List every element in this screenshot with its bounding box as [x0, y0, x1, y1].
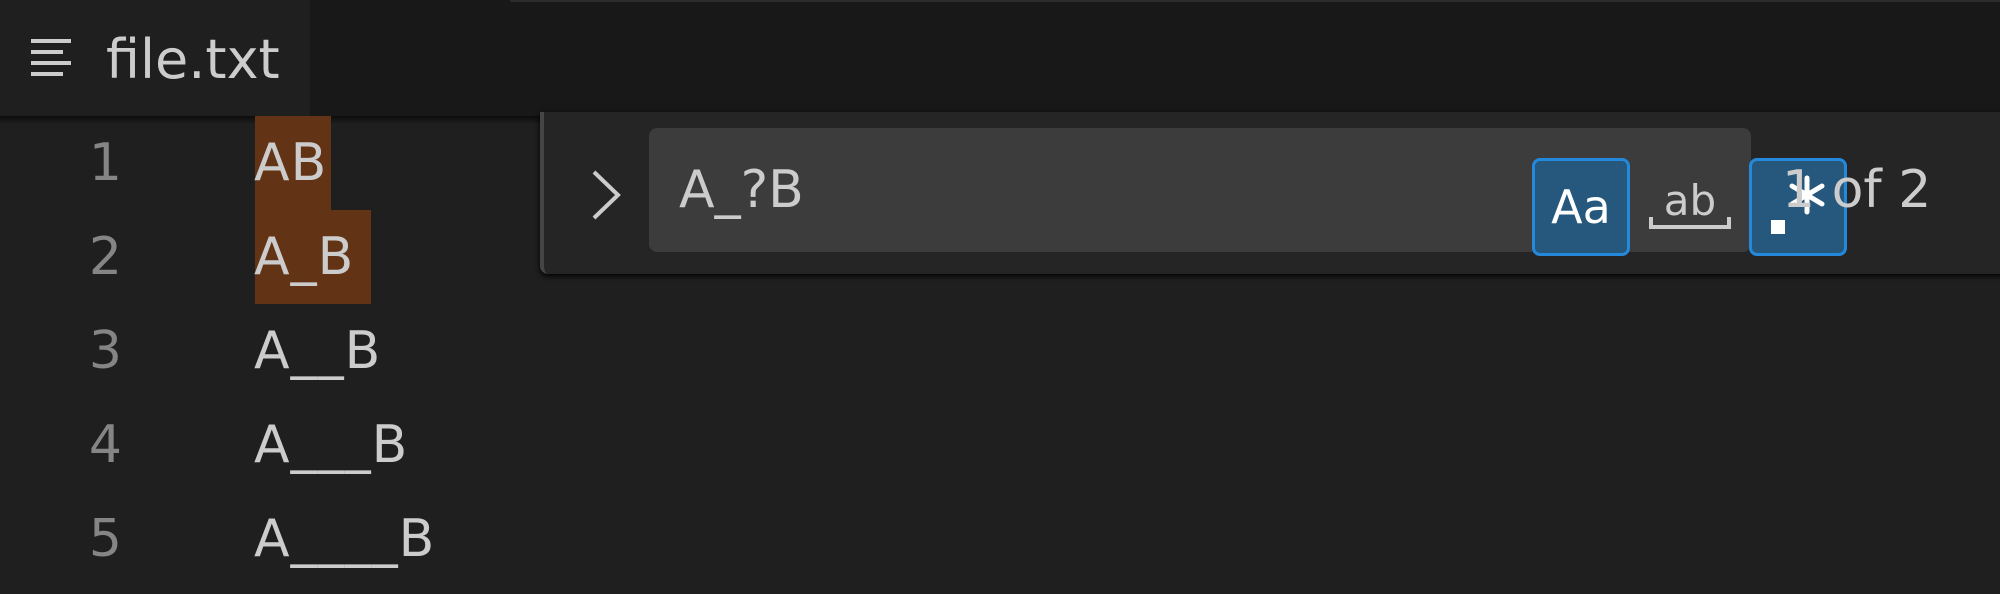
- line-text[interactable]: A____B: [254, 492, 435, 586]
- line-text[interactable]: A__B: [254, 304, 381, 398]
- editor-line[interactable]: 3 A__B: [0, 304, 2000, 398]
- line-number: 2: [88, 227, 122, 287]
- find-input-box: Aa ab: [649, 128, 1847, 256]
- match-count: 1 of 2: [1782, 160, 1932, 220]
- text-lines-icon: [31, 39, 71, 76]
- match-case-label: Aa: [1551, 180, 1611, 234]
- tab-file-label: file.txt: [106, 28, 280, 91]
- tab-bar-border: [510, 0, 2000, 2]
- match-case-toggle[interactable]: Aa: [1532, 158, 1630, 256]
- line-number: 1: [88, 133, 122, 193]
- editor-window: file.txt 1 AB 2 A_B 3 A__B 4 A___B 5 A__…: [0, 0, 2000, 594]
- whole-word-label: ab: [1664, 177, 1716, 225]
- chevron-right-icon[interactable]: [584, 168, 628, 222]
- line-number: 5: [88, 509, 122, 569]
- line-number: 4: [88, 415, 122, 475]
- find-input[interactable]: [679, 152, 1379, 228]
- tab-bar: file.txt: [0, 0, 2000, 116]
- tab-file[interactable]: file.txt: [0, 0, 310, 116]
- line-number: 3: [88, 321, 122, 381]
- whole-word-toggle[interactable]: ab: [1641, 158, 1739, 256]
- line-text[interactable]: AB: [254, 116, 327, 210]
- editor-line[interactable]: 5 A____B: [0, 492, 2000, 586]
- line-text[interactable]: A_B: [254, 210, 354, 304]
- whole-word-icon: ab: [1649, 177, 1731, 229]
- line-text[interactable]: A___B: [254, 398, 408, 492]
- find-widget: Aa ab 1 of 2: [540, 112, 2000, 274]
- editor-line[interactable]: 4 A___B: [0, 398, 2000, 492]
